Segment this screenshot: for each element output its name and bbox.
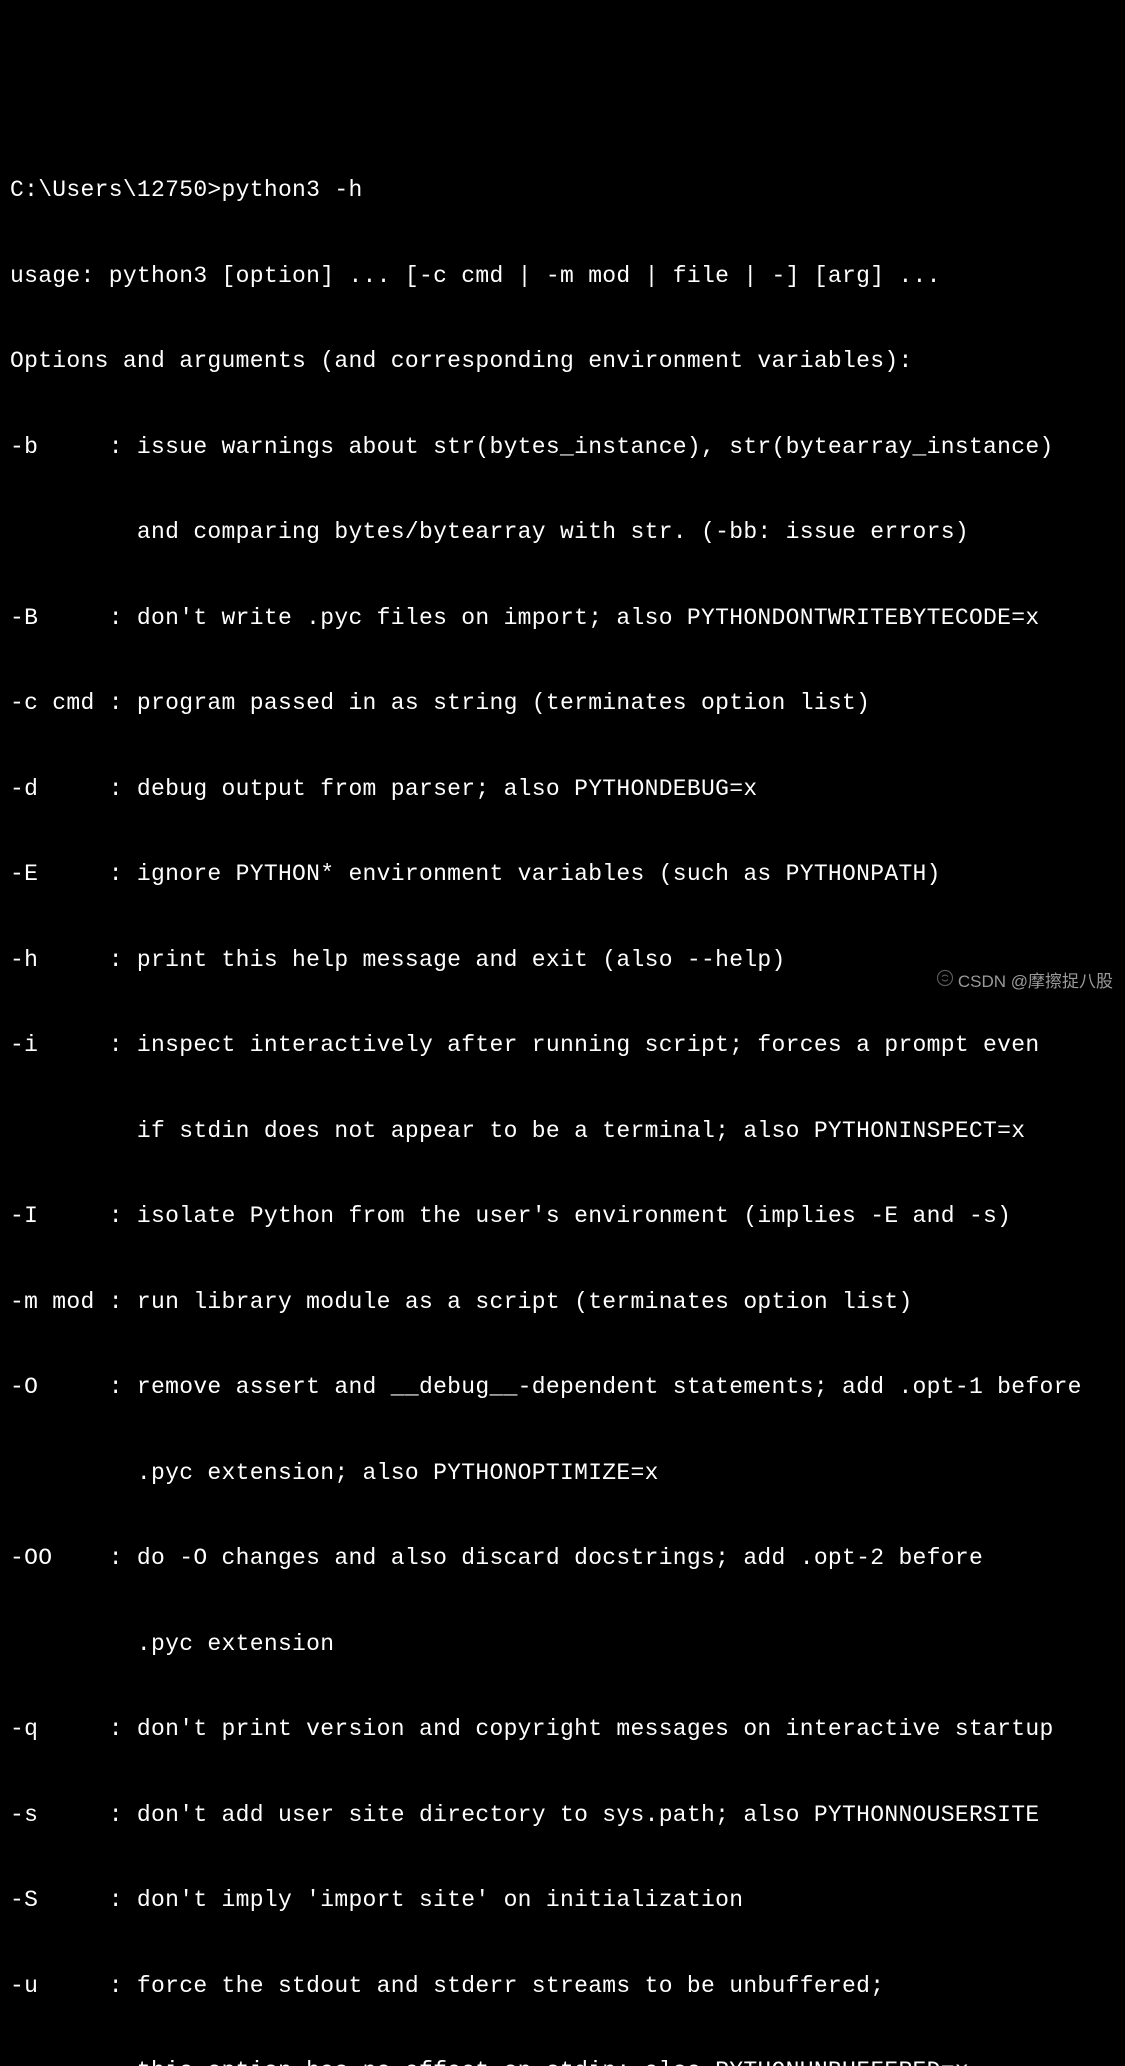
output-line: -c cmd : program passed in as string (te… — [10, 689, 1115, 718]
output-line: and comparing bytes/bytearray with str. … — [10, 518, 1115, 547]
output-line: -b : issue warnings about str(bytes_inst… — [10, 433, 1115, 462]
command-text: python3 -h — [222, 177, 363, 203]
watermark: CSDN @摩擦捉八股 — [917, 940, 1113, 1026]
output-line: if stdin does not appear to be a termina… — [10, 1117, 1115, 1146]
output-line: -B : don't write .pyc files on import; a… — [10, 604, 1115, 633]
terminal-output: C:\Users\12750>python3 -h usage: python3… — [10, 119, 1115, 2066]
output-line: -i : inspect interactively after running… — [10, 1031, 1115, 1060]
output-line: this option has no effect on stdin; also… — [10, 2057, 1115, 2066]
output-line: -m mod : run library module as a script … — [10, 1288, 1115, 1317]
prompt: C:\Users\12750> — [10, 177, 222, 203]
output-line: usage: python3 [option] ... [-c cmd | -m… — [10, 262, 1115, 291]
output-line: -O : remove assert and __debug__-depende… — [10, 1373, 1115, 1402]
watermark-text: CSDN @摩擦捉八股 — [958, 968, 1113, 997]
output-line: .pyc extension; also PYTHONOPTIMIZE=x — [10, 1459, 1115, 1488]
output-line: Options and arguments (and corresponding… — [10, 347, 1115, 376]
output-line: -s : don't add user site directory to sy… — [10, 1801, 1115, 1830]
output-line: -S : don't imply 'import site' on initia… — [10, 1886, 1115, 1915]
output-line: -I : isolate Python from the user's envi… — [10, 1202, 1115, 1231]
output-line: -OO : do -O changes and also discard doc… — [10, 1544, 1115, 1573]
command-line: C:\Users\12750>python3 -h — [10, 176, 1115, 205]
csdn-logo-icon — [917, 940, 954, 1026]
output-line: -u : force the stdout and stderr streams… — [10, 1972, 1115, 2001]
output-line: -q : don't print version and copyright m… — [10, 1715, 1115, 1744]
output-line: -d : debug output from parser; also PYTH… — [10, 775, 1115, 804]
output-line: .pyc extension — [10, 1630, 1115, 1659]
output-line: -E : ignore PYTHON* environment variable… — [10, 860, 1115, 889]
